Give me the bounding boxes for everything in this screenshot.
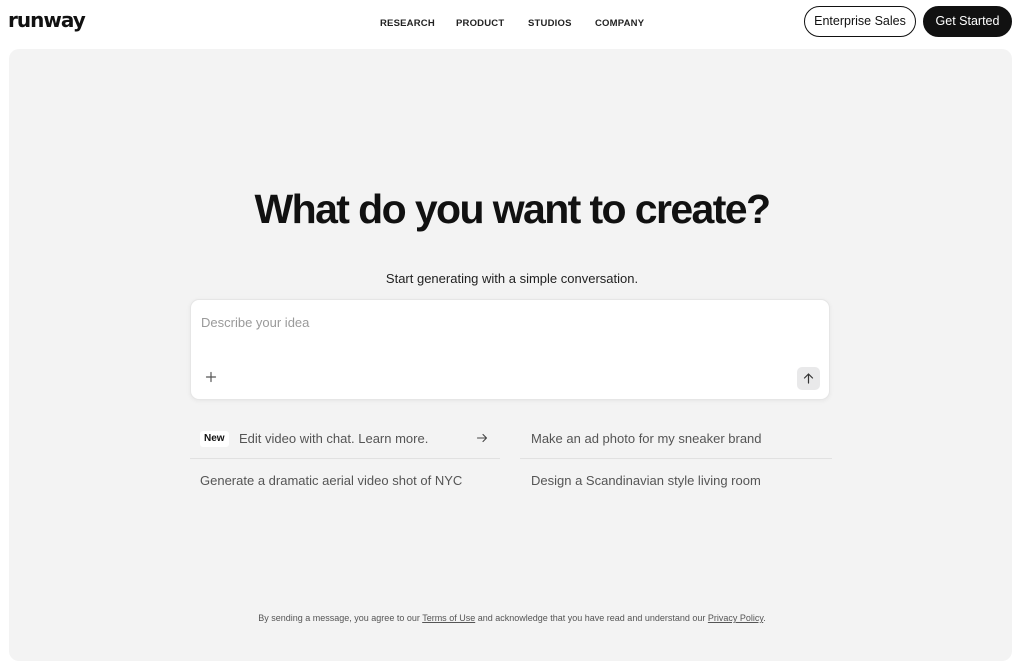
legal-suffix: . [763,613,766,623]
enterprise-sales-button[interactable]: Enterprise Sales [804,6,916,37]
top-navigation-bar: runway RESEARCH PRODUCT STUDIOS COMPANY … [0,0,1024,44]
suggestion-label: Edit video with chat. Learn more. [239,431,429,446]
legal-notice: By sending a message, you agree to our T… [0,612,1024,624]
terms-of-use-link[interactable]: Terms of Use [422,613,475,623]
suggestion-label: Generate a dramatic aerial video shot of… [200,473,463,488]
suggestion-label: Make an ad photo for my sneaker brand [531,431,762,446]
new-badge: New [200,431,229,447]
suggestion-ad-photo[interactable]: Make an ad photo for my sneaker brand [520,419,832,459]
send-button[interactable] [797,367,820,390]
page-title: What do you want to create? [254,186,771,232]
nav-product[interactable]: PRODUCT [456,17,504,30]
plus-icon[interactable] [203,369,219,385]
suggestion-label: Design a Scandinavian style living room [531,473,761,488]
nav-studios[interactable]: STUDIOS [528,17,572,30]
page-subtitle: Start generating with a simple conversat… [385,271,639,286]
nav-company[interactable]: COMPANY [595,17,644,30]
legal-middle: and acknowledge that you have read and u… [475,613,708,623]
get-started-button[interactable]: Get Started [923,6,1012,37]
arrow-up-icon [803,373,814,384]
prompt-input[interactable] [201,312,801,332]
suggestion-edit-video[interactable]: New Edit video with chat. Learn more. [190,419,500,459]
suggestion-living-room[interactable]: Design a Scandinavian style living room [520,461,832,501]
privacy-policy-link[interactable]: Privacy Policy [708,613,763,623]
arrow-right-icon [476,433,488,443]
legal-prefix: By sending a message, you agree to our [258,613,423,623]
suggestion-aerial-video[interactable]: Generate a dramatic aerial video shot of… [190,461,500,501]
nav-research[interactable]: RESEARCH [380,17,435,30]
prompt-composer [190,299,830,400]
